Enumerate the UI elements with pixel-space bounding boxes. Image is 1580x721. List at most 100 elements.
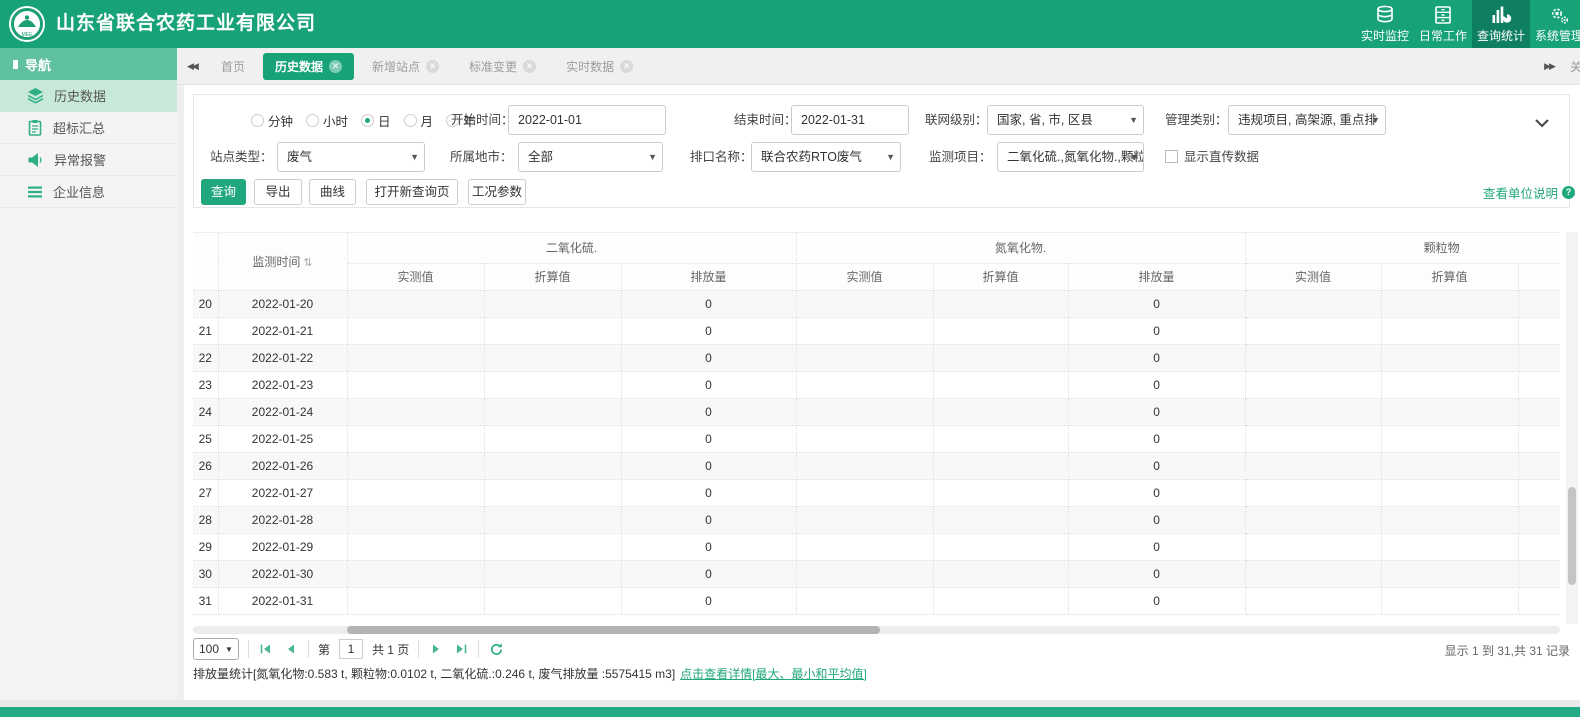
tab-history-data-label: 历史数据 [275, 59, 324, 74]
radio-icon[interactable] [306, 113, 320, 127]
horizontal-scrollbar-thumb[interactable] [347, 626, 880, 634]
radio-icon[interactable] [251, 113, 264, 127]
table-row: 31 2022-01-31 0 0 [193, 587, 1560, 615]
value-cell: 0 [1068, 560, 1246, 588]
monitor-date-cell[interactable]: 2022-01-21 [218, 317, 348, 345]
period-radio-3[interactable]: 月 [403, 111, 433, 130]
station-type-select[interactable]: 废气 ▼ [277, 142, 425, 172]
monitor-date-cell[interactable]: 2022-01-22 [218, 344, 348, 372]
monitor-date-cell[interactable]: 2022-01-29 [218, 533, 348, 561]
monitor-date-cell[interactable]: 2022-01-24 [218, 398, 348, 426]
nav-query-stats[interactable]: 查询统计 [1472, 0, 1530, 48]
network-level-select[interactable]: 国家, 省, 市, 区县 ▼ [987, 105, 1144, 135]
value-cell [484, 506, 622, 534]
value-cell [1245, 398, 1382, 426]
open-new-query-button[interactable]: 打开新查询页 [366, 179, 458, 205]
close-tabs-menu[interactable]: 关闭 [1570, 58, 1580, 75]
radio-icon[interactable] [361, 113, 375, 127]
tab-new-station[interactable]: 新增站点 ✕ [360, 53, 451, 80]
prev-page-button[interactable] [283, 641, 299, 657]
pollutant-group-header: 颗粒物 [1245, 233, 1560, 264]
sidebar-item-history-data[interactable]: 历史数据 [0, 80, 177, 112]
tab-home[interactable]: 首页 [209, 53, 257, 80]
outlet-name-label: 排口名称： [690, 150, 753, 164]
value-cell: 0 [1068, 344, 1246, 372]
sidebar-item-exceed-summary[interactable]: 超标汇总 [0, 112, 177, 144]
monitor-date-cell[interactable]: 2022-01-23 [218, 371, 348, 399]
monitor-date-cell[interactable]: 2022-01-30 [218, 560, 348, 588]
curve-button[interactable]: 曲线 [309, 179, 356, 205]
value-cell [796, 560, 934, 588]
sub-column-header: 排放量 [1518, 263, 1560, 291]
monitor-items-select[interactable]: 二氧化硫.,氮氧化物.,颗粒 ▼ [997, 142, 1144, 172]
last-page-button[interactable] [453, 641, 469, 657]
period-radio-2[interactable]: 日 [361, 111, 391, 130]
collapse-filter-chevron-icon[interactable] [1535, 115, 1549, 133]
tabs-scroll-left-icon[interactable]: ◀◀ [187, 48, 199, 84]
tab-home-label: 首页 [221, 59, 246, 74]
condition-params-button[interactable]: 工况参数 [468, 179, 526, 205]
time-column-header[interactable]: 监测时间 ⇅ [218, 233, 348, 291]
period-radio-1[interactable]: 小时 [306, 111, 348, 130]
sub-column-header: 实测值 [347, 263, 485, 291]
value-cell [1245, 371, 1382, 399]
manage-category-select[interactable]: 违规项目, 高架源, 重点排 ▼ [1228, 105, 1386, 135]
tab-realtime-data[interactable]: 实时数据 ✕ [554, 53, 645, 80]
sort-icon[interactable]: ⇅ [303, 257, 312, 269]
nav-daily-work[interactable]: 日常工作 [1414, 0, 1472, 48]
outlet-name-value: 联合农药RTO废气 [761, 150, 862, 164]
close-icon[interactable]: ✕ [620, 59, 634, 73]
view-details-link[interactable]: 点击查看详情[最大、最小和平均值] [680, 667, 867, 681]
export-button[interactable]: 导出 [254, 179, 302, 205]
monitor-date-cell[interactable]: 2022-01-31 [218, 587, 348, 615]
row-number-cell: 26 [193, 452, 219, 480]
monitor-date-cell[interactable]: 2022-01-26 [218, 452, 348, 480]
monitor-date-cell[interactable]: 2022-01-25 [218, 425, 348, 453]
close-icon[interactable]: ✕ [523, 59, 537, 73]
period-radio-0[interactable]: 分钟 [251, 111, 293, 130]
tab-standard-change[interactable]: 标准变更 ✕ [457, 53, 548, 80]
start-time-input[interactable] [508, 105, 666, 135]
sidebar-item-abnormal-alarm[interactable]: 异常报警 [0, 144, 177, 176]
value-cell: 0 [621, 506, 797, 534]
station-type-value: 废气 [287, 150, 313, 164]
value-cell [796, 425, 934, 453]
query-button[interactable]: 查询 [201, 179, 246, 205]
monitor-date-cell[interactable]: 2022-01-20 [218, 290, 348, 318]
table-row: 29 2022-01-29 0 0 [193, 533, 1560, 561]
city-select[interactable]: 全部 ▼ [518, 142, 663, 172]
value-cell [933, 317, 1069, 345]
value-cell [1245, 317, 1382, 345]
network-level-label: 联网级别： [925, 113, 988, 127]
monitor-date-cell[interactable]: 2022-01-28 [218, 506, 348, 534]
value-cell [796, 317, 934, 345]
page-number-input[interactable] [338, 639, 363, 659]
first-page-button[interactable] [258, 641, 274, 657]
chevron-down-icon: ▼ [225, 644, 233, 654]
value-cell [1245, 506, 1382, 534]
unit-note-label: 查看单位说明 [1482, 187, 1558, 201]
divider [247, 640, 249, 658]
close-icon[interactable]: ✕ [329, 59, 343, 73]
outlet-name-select[interactable]: 联合农药RTO废气 ▼ [751, 142, 901, 172]
table-row: 24 2022-01-24 0 0 [193, 398, 1560, 426]
value-cell [1245, 290, 1382, 318]
tabs-scroll-right-icon[interactable]: ▶▶ [1544, 61, 1556, 72]
page-size-select[interactable]: 100 ▼ [193, 638, 239, 660]
close-icon[interactable]: ✕ [426, 59, 440, 73]
unit-note-link[interactable]: 查看单位说明 ? [1483, 183, 1575, 202]
tab-history-data[interactable]: 历史数据 ✕ [263, 52, 355, 80]
next-page-button[interactable] [428, 641, 444, 657]
sidebar-item-company-info[interactable]: 企业信息 [0, 176, 177, 208]
monitor-date-cell[interactable]: 2022-01-27 [218, 479, 348, 507]
value-cell: 0 [621, 479, 797, 507]
nav-realtime-monitor[interactable]: 实时监控 [1356, 0, 1414, 48]
nav-system-admin[interactable]: 系统管理 [1530, 0, 1580, 48]
tabbar-right-controls: ▶▶ 关闭 [1544, 48, 1580, 84]
vertical-scrollbar-thumb[interactable] [1568, 487, 1576, 585]
pagination-bar: 100 ▼ 第 共 1 页 显示 [193, 637, 1570, 661]
show-direct-data-checkbox[interactable] [1165, 150, 1178, 163]
end-time-input[interactable] [791, 105, 909, 135]
radio-icon[interactable] [403, 113, 417, 127]
refresh-icon[interactable] [488, 641, 504, 657]
